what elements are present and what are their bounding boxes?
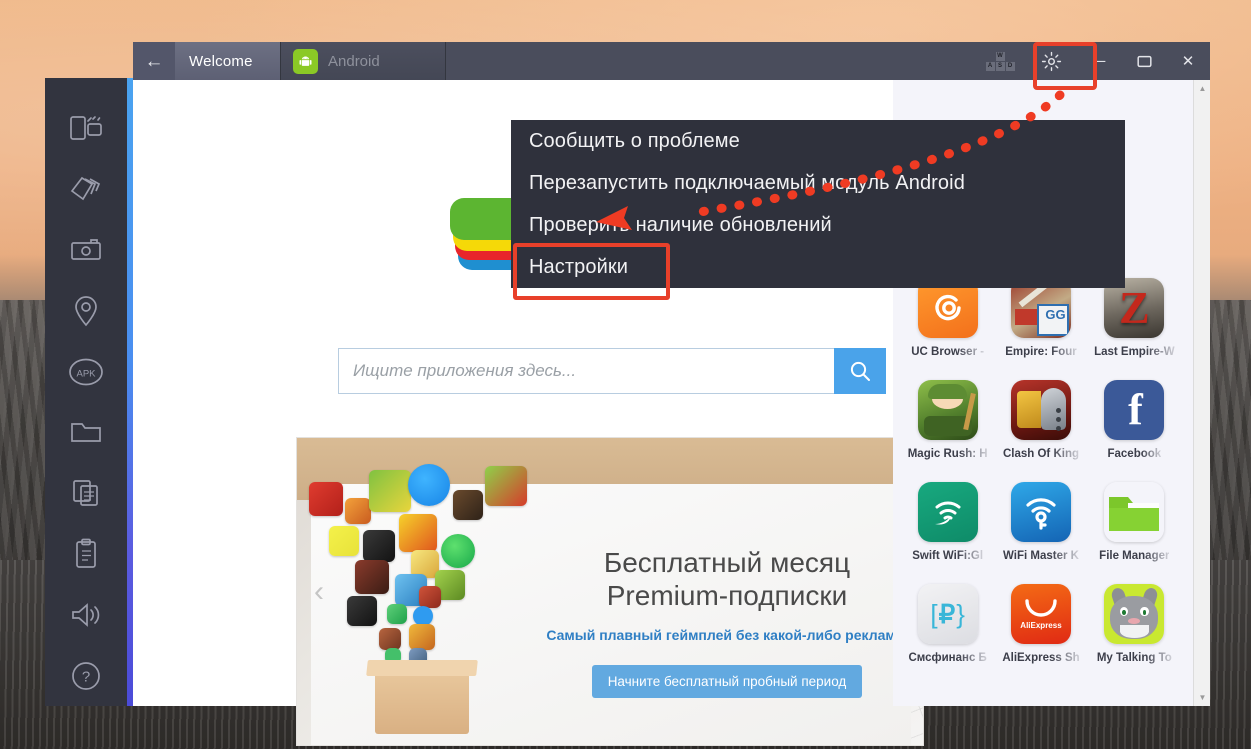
help-icon[interactable]: ? — [56, 645, 116, 706]
app-name-label: WiFi Master K — [1003, 550, 1079, 562]
app-name-label: Swift WiFi:Gl — [912, 550, 984, 562]
search-input[interactable] — [338, 348, 834, 394]
app-name-label: My Talking To — [1096, 652, 1172, 664]
maximize-button[interactable] — [1122, 42, 1166, 80]
wifi-master-key-icon[interactable] — [1010, 482, 1071, 542]
menu-item[interactable]: Проверить наличие обновлений — [511, 204, 1125, 246]
rotate-screen-icon[interactable] — [56, 98, 116, 159]
copy-to-icon[interactable] — [56, 463, 116, 524]
app-name-label: Facebook — [1107, 448, 1162, 460]
key-d: D — [1005, 61, 1015, 71]
app-cell[interactable]: GG Empire: Four — [994, 278, 1087, 358]
chevron-left-icon[interactable]: ‹ — [305, 570, 333, 614]
folder-icon[interactable] — [56, 402, 116, 463]
smsfinance-icon[interactable]: [₽} — [917, 584, 978, 644]
app-search — [338, 348, 886, 394]
aliexpress-icon[interactable]: AliExpress — [1010, 584, 1071, 644]
title-bar: ← Welcome Android W A S D ─ ✕ — [133, 42, 1210, 80]
banner-app-cluster — [303, 456, 543, 734]
screenshot-icon[interactable] — [56, 220, 116, 281]
app-name-label: UC Browser - — [911, 346, 985, 358]
app-name-label: Смсфинанс Б — [908, 652, 987, 664]
banner-copy: Бесплатный месяц Premium-подписки Самый … — [542, 546, 912, 698]
key-a: A — [985, 61, 995, 71]
facebook-icon[interactable]: f — [1104, 380, 1165, 440]
app-cell[interactable]: Clash Of King — [994, 380, 1087, 460]
scroll-up-arrow[interactable]: ▲ — [1194, 80, 1210, 97]
svg-text:APK: APK — [76, 368, 96, 379]
app-cell[interactable]: [₽} Смсфинанс Б — [901, 584, 994, 664]
vertical-scrollbar[interactable]: ▲ ▼ — [1193, 80, 1210, 706]
tab-android[interactable]: Android — [281, 42, 446, 80]
banner-cta-button[interactable]: Начните бесплатный пробный период — [591, 664, 863, 698]
search-icon[interactable] — [834, 348, 886, 394]
tab-android-label: Android — [328, 52, 380, 70]
menu-item[interactable]: Сообщить о проблеме — [511, 120, 1125, 162]
minimize-button[interactable]: ─ — [1078, 42, 1122, 80]
clipboard-icon[interactable] — [56, 524, 116, 585]
magic-rush-heroes-icon[interactable] — [917, 380, 978, 440]
titlebar-spacer — [446, 42, 976, 80]
scroll-down-arrow[interactable]: ▼ — [1194, 689, 1210, 706]
my-talking-tom-icon[interactable] — [1104, 584, 1165, 644]
menu-item[interactable]: Перезапустить подключаемый модуль Androi… — [511, 162, 1125, 204]
file-manager-icon[interactable] — [1104, 482, 1165, 542]
swift-wifi-icon[interactable] — [917, 482, 978, 542]
app-name-label: AliExpress Sh — [1002, 652, 1080, 664]
banner-title-line1: Бесплатный месяц — [603, 547, 851, 578]
app-cell[interactable]: Z Last Empire-W — [1088, 278, 1181, 358]
app-cell[interactable]: WiFi Master K — [994, 482, 1087, 562]
key-w: W — [995, 51, 1005, 61]
window-controls: W A S D ─ ✕ — [976, 42, 1210, 80]
app-grid: UC Browser - GG Empire: Four Z Last Empire-W… — [893, 278, 1189, 664]
menu-item[interactable]: Настройки — [511, 246, 1125, 288]
android-icon — [293, 48, 318, 74]
bluestacks-window: APK ? ← Welcome Android W A S D ─ ✕ Ищит… — [45, 42, 1210, 746]
app-cell[interactable]: Magic Rush: H — [901, 380, 994, 460]
promo-banner[interactable]: Бесплатный месяц Premium-подписки Самый … — [296, 437, 924, 746]
gear-icon[interactable] — [1024, 42, 1078, 80]
tab-welcome[interactable]: ← Welcome — [133, 42, 281, 80]
wasd-keymap-icon[interactable]: W A S D — [976, 42, 1024, 80]
tab-welcome-label: Welcome — [189, 52, 253, 70]
settings-dropdown-menu: Сообщить о проблеме Перезапустить подключ… — [511, 120, 1125, 288]
app-name-label: File Manager — [1099, 550, 1170, 562]
app-cell[interactable]: My Talking To — [1088, 584, 1181, 664]
app-name-label: Clash Of King — [1002, 448, 1079, 460]
banner-box — [375, 672, 469, 734]
location-icon[interactable] — [56, 280, 116, 341]
app-cell[interactable]: AliExpress AliExpress Sh — [994, 584, 1087, 664]
app-cell[interactable]: f Facebook — [1088, 380, 1181, 460]
svg-text:?: ? — [82, 668, 90, 685]
banner-title-line2: Premium-подписки — [606, 580, 848, 612]
key-s: S — [995, 61, 1005, 71]
back-arrow-icon[interactable]: ← — [133, 42, 175, 80]
app-name-label: Empire: Four — [1005, 346, 1077, 358]
app-cell[interactable]: Swift WiFi:Gl — [901, 482, 994, 562]
volume-icon[interactable] — [56, 584, 116, 645]
banner-subtitle: Самый плавный геймплей без какой-либо ре… — [546, 627, 908, 644]
app-name-label: Last Empire-W — [1094, 346, 1175, 358]
clash-of-kings-icon[interactable] — [1010, 380, 1071, 440]
app-cell[interactable]: File Manager — [1088, 482, 1181, 562]
app-name-label: Magic Rush: H — [907, 448, 988, 460]
app-cell[interactable]: UC Browser - — [901, 278, 994, 358]
close-button[interactable]: ✕ — [1166, 42, 1210, 80]
left-sidebar: APK ? — [45, 78, 127, 706]
apk-install-icon[interactable]: APK — [56, 341, 116, 402]
shake-icon[interactable] — [56, 159, 116, 220]
